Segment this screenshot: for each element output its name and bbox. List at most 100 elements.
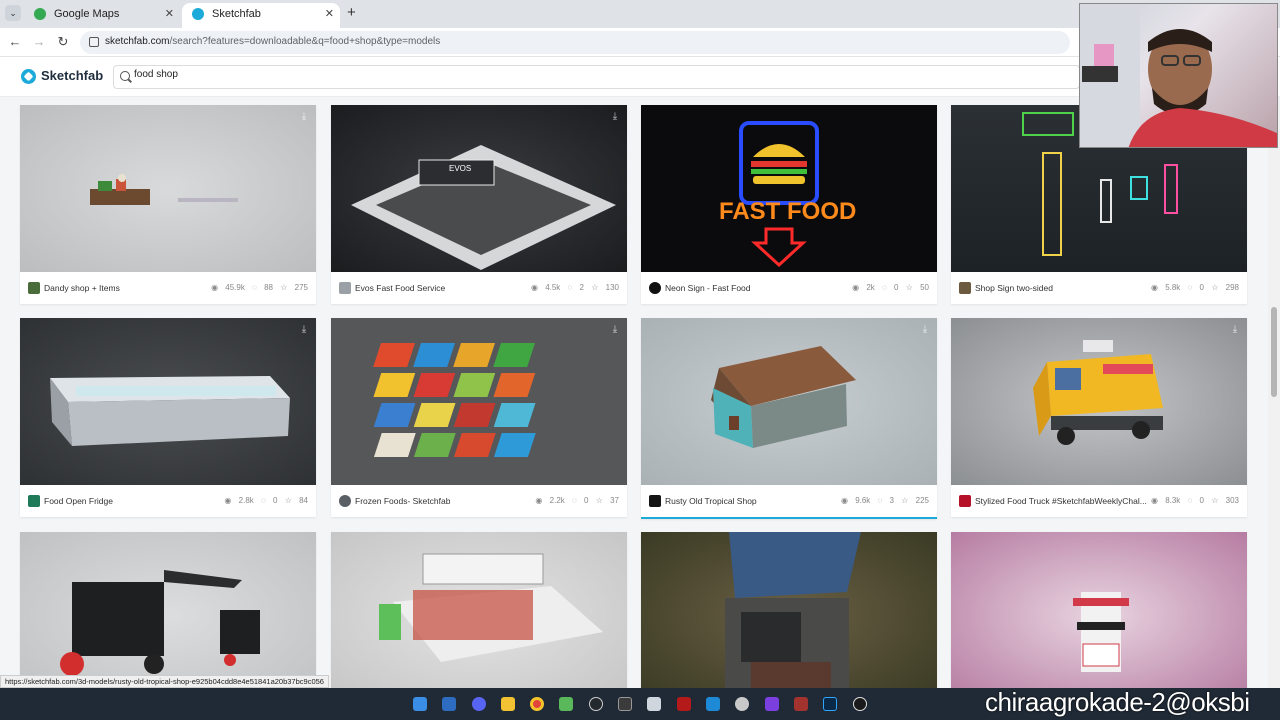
author-avatar[interactable] <box>28 495 40 507</box>
scrollbar-thumb[interactable] <box>1271 307 1277 397</box>
model-thumbnail[interactable] <box>951 532 1247 688</box>
model-card[interactable] <box>331 532 627 688</box>
author-avatar[interactable] <box>649 495 661 507</box>
like-star-icon: ☆ <box>901 496 909 505</box>
model-card[interactable]: FAST FOOD Neon Sign - Fast Food ◉ 2k ◌ 0… <box>641 105 937 304</box>
comment-count: 0 <box>584 496 589 505</box>
model-meta: Dandy shop + Items ◉ 45.9k ◌ 88 ☆ 275 <box>20 272 316 304</box>
model-thumbnail[interactable]: ⤓ <box>951 318 1247 485</box>
model-title[interactable]: Neon Sign - Fast Food <box>665 283 751 293</box>
model-card[interactable]: ⤓ Dandy shop + Items ◉ 45.9k ◌ 88 ☆ 275 <box>20 105 316 304</box>
comments-icon: ◌ <box>252 283 257 292</box>
close-tab-icon[interactable]: ✕ <box>325 3 334 25</box>
chrome-icon[interactable] <box>530 697 544 711</box>
notepad-icon[interactable] <box>559 697 573 711</box>
tab-title: Sketchfab <box>212 8 261 20</box>
app-icon[interactable] <box>706 697 720 711</box>
model-title[interactable]: Rusty Old Tropical Shop <box>665 496 757 506</box>
page-scrollbar[interactable] <box>1268 97 1280 688</box>
download-icon[interactable]: ⤓ <box>609 111 621 123</box>
close-tab-icon[interactable]: ✕ <box>165 3 174 25</box>
thumbnail-graphic <box>379 553 603 662</box>
model-thumbnail[interactable] <box>331 532 627 688</box>
views-icon: ◉ <box>1150 283 1158 292</box>
like-star-icon: ☆ <box>591 283 599 292</box>
model-title[interactable]: Stylized Food Truck #SketchfabWeeklyChal… <box>975 496 1147 506</box>
windows-start-icon[interactable] <box>413 697 427 711</box>
model-thumbnail[interactable]: EVOS ⤓ <box>331 105 627 272</box>
unreal-engine-icon[interactable] <box>853 697 867 711</box>
tab-sketchfab[interactable]: Sketchfab ✕ <box>182 3 340 28</box>
model-thumbnail[interactable]: ⤓ <box>331 318 627 485</box>
file-explorer-icon[interactable] <box>501 697 515 711</box>
sketchfab-icon <box>192 8 204 20</box>
author-avatar[interactable] <box>959 495 971 507</box>
site-info-icon[interactable] <box>89 37 99 47</box>
download-icon[interactable]: ⤓ <box>1229 324 1241 336</box>
back-button[interactable]: ← <box>7 34 23 49</box>
download-icon[interactable]: ⤓ <box>298 111 310 123</box>
watermark-text: chiraagrokade-2@oksbi <box>985 687 1250 717</box>
tab-search-button[interactable]: ⌄ <box>5 5 21 21</box>
author-avatar[interactable] <box>339 495 351 507</box>
model-card[interactable] <box>951 532 1247 688</box>
model-meta: Shop Sign two-sided ◉ 5.8k ◌ 0 ☆ 298 <box>951 272 1247 304</box>
download-icon[interactable]: ⤓ <box>919 324 931 336</box>
author-avatar[interactable] <box>649 282 661 294</box>
model-title[interactable]: Evos Fast Food Service <box>355 283 445 293</box>
like-star-icon: ☆ <box>1211 496 1219 505</box>
comments-icon: ◌ <box>572 496 577 505</box>
discord-icon[interactable] <box>472 697 486 711</box>
download-icon[interactable]: ⤓ <box>298 324 310 336</box>
model-card[interactable]: ⤓ Stylized Food Truck #SketchfabWeeklyCh… <box>951 318 1247 517</box>
sketchfab-logo-icon[interactable] <box>21 69 36 84</box>
model-thumbnail[interactable] <box>20 532 316 688</box>
author-avatar[interactable] <box>339 282 351 294</box>
comment-count: 0 <box>894 283 899 292</box>
model-card[interactable]: ⤓ Food Open Fridge ◉ 2.8k ◌ 0 ☆ 84 <box>20 318 316 517</box>
thumbnail-graphic <box>725 532 861 688</box>
terminal-icon[interactable] <box>618 697 632 711</box>
author-avatar[interactable] <box>959 282 971 294</box>
model-card[interactable]: EVOS ⤓ Evos Fast Food Service ◉ 4.5k ◌ 2… <box>331 105 627 304</box>
model-thumbnail[interactable]: FAST FOOD <box>641 105 937 272</box>
model-thumbnail[interactable]: ⤓ <box>641 318 937 485</box>
netflix-icon[interactable] <box>677 697 691 711</box>
new-tab-button[interactable]: + <box>347 4 356 21</box>
download-icon[interactable]: ⤓ <box>609 324 621 336</box>
search-input[interactable] <box>134 69 1034 80</box>
model-stats: ◉ 45.9k ◌ 88 ☆ 275 <box>206 283 308 292</box>
thumbnail-graphic <box>60 570 260 676</box>
model-card[interactable]: ⤓ Rusty Old Tropical Shop ◉ 9.6k ◌ 3 ☆ 2… <box>641 318 937 519</box>
like-count: 130 <box>605 283 619 292</box>
model-meta: Stylized Food Truck #SketchfabWeeklyChal… <box>951 485 1247 517</box>
snipping-tool-icon[interactable] <box>647 697 661 711</box>
model-title[interactable]: Shop Sign two-sided <box>975 283 1053 293</box>
like-count: 303 <box>1225 496 1239 505</box>
thumbnail-graphic: EVOS <box>351 145 616 270</box>
model-card[interactable] <box>20 532 316 688</box>
model-title[interactable]: Frozen Foods- Sketchfab <box>355 496 450 506</box>
address-bar[interactable]: sketchfab.com/search?features=downloadab… <box>80 31 1137 54</box>
model-title[interactable]: Dandy shop + Items <box>44 283 120 293</box>
model-thumbnail[interactable]: ⤓ <box>20 318 316 485</box>
model-thumbnail[interactable] <box>641 532 937 688</box>
model-thumbnail[interactable]: ⤓ <box>20 105 316 272</box>
model-card[interactable] <box>641 532 937 688</box>
comments-icon: ◌ <box>567 283 573 292</box>
comments-icon: ◌ <box>877 496 883 505</box>
davinci-icon[interactable] <box>794 697 808 711</box>
model-title[interactable]: Food Open Fridge <box>44 496 113 506</box>
forward-button[interactable]: → <box>31 34 47 49</box>
github-icon[interactable] <box>589 697 603 711</box>
model-stats: ◉ 4.5k ◌ 2 ☆ 130 <box>526 283 619 292</box>
tab-google-maps[interactable]: Google Maps ✕ <box>24 3 180 28</box>
outlook-icon[interactable] <box>442 697 456 711</box>
visual-studio-icon[interactable] <box>765 697 779 711</box>
photoshop-icon[interactable] <box>823 697 837 711</box>
author-avatar[interactable] <box>28 282 40 294</box>
reload-button[interactable]: ↻ <box>55 34 71 50</box>
model-card[interactable]: ⤓ Frozen Foods- Sketchfab ◉ 2.2k ◌ 0 ☆ 3… <box>331 318 627 517</box>
camera-icon[interactable] <box>735 697 749 711</box>
site-brand[interactable]: Sketchfab <box>41 68 103 83</box>
